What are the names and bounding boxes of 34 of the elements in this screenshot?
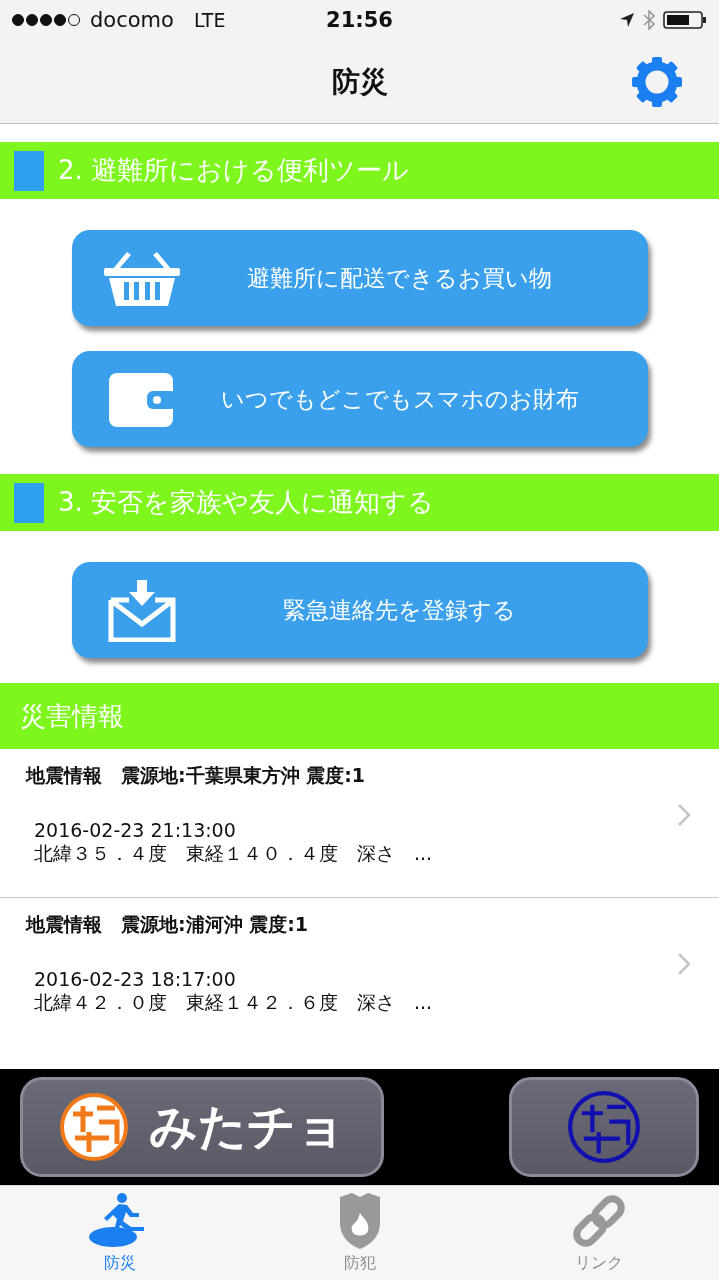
quake-list-item[interactable]: 地震情報 震源地:千葉県東方沖 震度:1 2016-02-23 21:13:00 北緯３５．４度 東経１４０．４度 深さ ...: [0, 749, 719, 898]
tab[interactable]: 防犯: [239, 1186, 480, 1280]
clock: 21:56: [326, 8, 393, 32]
section-title: 災害情報: [20, 699, 124, 733]
tab[interactable]: 防災: [0, 1186, 240, 1280]
link-icon: [571, 1193, 628, 1249]
chevron-icon: [677, 952, 691, 976]
section-marker: [14, 482, 44, 523]
quake-list-item[interactable]: 地震情報 震源地:浦河沖 震度:1 2016-02-23 18:17:00 北緯４２．０度 東経１４２．６度 深さ ...: [0, 898, 719, 1046]
menu-button[interactable]: いつでもどこでもスマホのお財布: [71, 351, 648, 447]
quake-headline: 地震情報 震源地:浦河沖 震度:1: [26, 912, 310, 937]
section-title: 2. 避難所における便利ツール: [58, 154, 410, 187]
quake-detail: 北緯４２．０度 東経１４２．６度 深さ ...: [33, 990, 433, 1015]
banner-button[interactable]: [509, 1077, 699, 1177]
chevron-icon: [677, 803, 691, 827]
bluetooth-icon: [643, 10, 655, 30]
carrier-name: docomo: [90, 8, 174, 32]
section-marker: [14, 150, 44, 191]
quake-headline: 地震情報 震源地:千葉県東方沖 震度:1: [26, 763, 367, 788]
quake-detail: 北緯３５．４度 東経１４０．４度 深さ ...: [33, 841, 433, 866]
network-type: LTE: [193, 9, 226, 31]
section-title: 3. 安否を家族や友人に通知する: [58, 486, 435, 519]
stamp-logo-icon: [59, 1092, 129, 1162]
quake-time: 2016-02-23 21:13:00: [33, 819, 237, 841]
menu-button[interactable]: 避難所に配送できるお買い物: [71, 230, 648, 326]
stamp-logo-icon: [567, 1090, 641, 1164]
battery-icon: [663, 10, 707, 30]
tab[interactable]: リンク: [479, 1186, 719, 1280]
quake-time: 2016-02-23 18:17:00: [33, 968, 237, 990]
banner-button[interactable]: みたチョ: [20, 1077, 384, 1177]
settings-icon[interactable]: [631, 56, 683, 108]
menu-button[interactable]: 緊急連絡先を登録する: [71, 562, 648, 658]
nav-title: 防災: [331, 63, 388, 100]
location-icon: [619, 12, 635, 28]
